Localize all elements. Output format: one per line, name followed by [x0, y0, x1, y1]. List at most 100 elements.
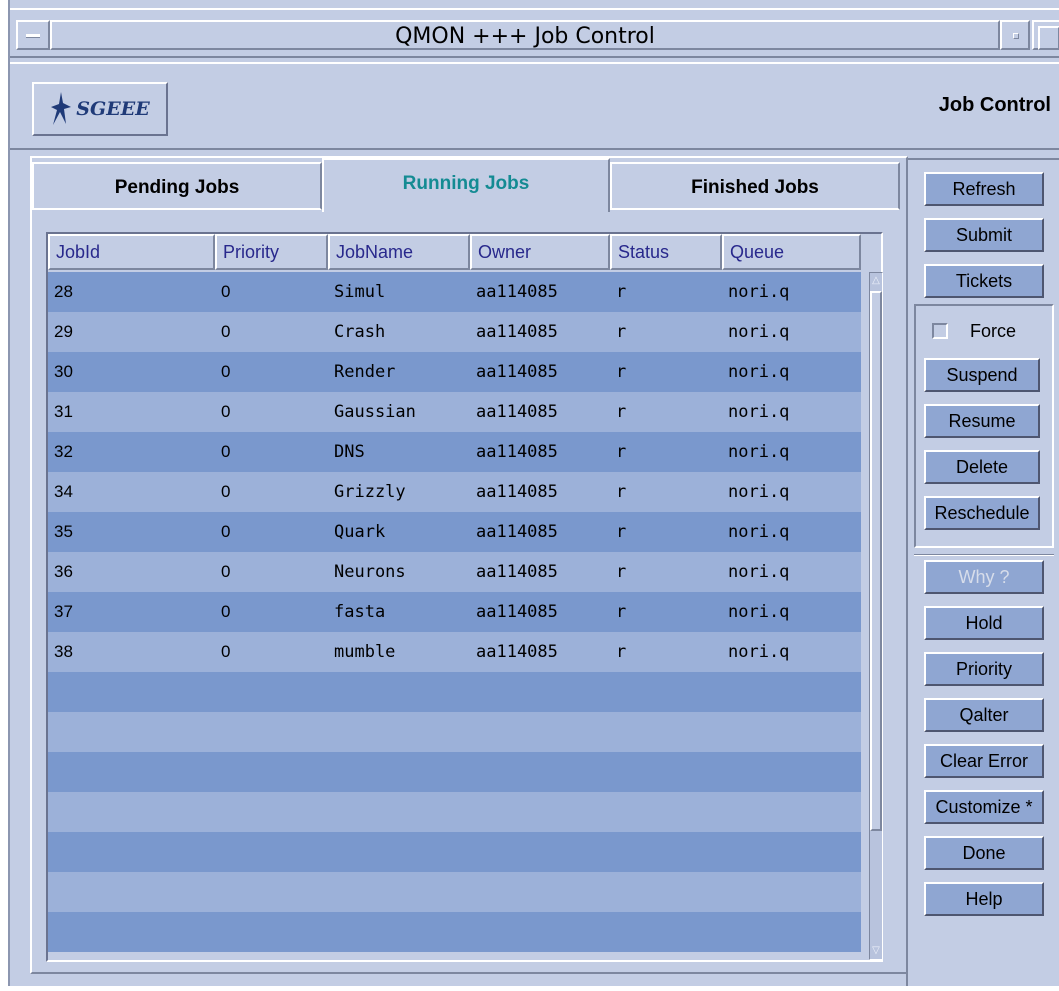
scroll-thumb[interactable]	[870, 291, 882, 831]
scroll-down-icon[interactable]: ▽	[870, 943, 882, 959]
column-header-status[interactable]: Status	[610, 234, 722, 270]
suspend-button[interactable]: Suspend	[924, 358, 1040, 392]
cell-priority: 0	[221, 562, 231, 581]
table-row[interactable]: 37 0 fasta aa114085 r nori.q	[48, 592, 861, 632]
reschedule-button[interactable]: Reschedule	[924, 496, 1040, 530]
cell-jobname: Gaussian	[334, 402, 416, 422]
tab-pending-jobs[interactable]: Pending Jobs	[32, 162, 322, 210]
cell-status: r	[616, 482, 627, 502]
cell-priority: 0	[221, 362, 231, 381]
maximize-icon[interactable]	[1032, 20, 1059, 50]
window-menu-icon[interactable]	[16, 20, 50, 50]
table-row[interactable]: 28 0 Simul aa114085 r nori.q	[48, 272, 861, 312]
cell-priority: 0	[221, 642, 231, 661]
cell-owner: aa114085	[476, 482, 558, 502]
cell-status: r	[616, 442, 627, 462]
done-button[interactable]: Done	[924, 836, 1044, 870]
cell-jobname: Render	[334, 362, 396, 382]
help-button[interactable]: Help	[924, 882, 1044, 916]
table-header: JobId Priority JobName Owner Status Queu…	[48, 234, 861, 270]
header-band: SGEEE Job Control	[10, 62, 1059, 150]
table-row[interactable]: 36 0 Neurons aa114085 r nori.q	[48, 552, 861, 592]
why-button[interactable]: Why ?	[924, 560, 1044, 594]
cell-jobid: 30	[54, 362, 73, 381]
cell-queue: nori.q	[728, 402, 790, 422]
cell-queue: nori.q	[728, 362, 790, 382]
cell-owner: aa114085	[476, 322, 558, 342]
cell-priority: 0	[221, 282, 231, 301]
table-row[interactable]: 35 0 Quark aa114085 r nori.q	[48, 512, 861, 552]
cell-jobid: 31	[54, 402, 73, 421]
tab-bar: Pending Jobs Running Jobs Finished Jobs	[32, 158, 906, 212]
qalter-button[interactable]: Qalter	[924, 698, 1044, 732]
table-row[interactable]: 34 0 Grizzly aa114085 r nori.q	[48, 472, 861, 512]
priority-button[interactable]: Priority	[924, 652, 1044, 686]
delete-button[interactable]: Delete	[924, 450, 1040, 484]
cell-jobname: fasta	[334, 602, 386, 622]
cell-priority: 0	[221, 322, 231, 341]
table-row[interactable]: 38 0 mumble aa114085 r nori.q	[48, 632, 861, 672]
cell-priority: 0	[221, 482, 231, 501]
scroll-up-icon[interactable]: △	[870, 273, 882, 289]
title-bar[interactable]: QMON +++ Job Control	[10, 8, 1059, 58]
cell-owner: aa114085	[476, 602, 558, 622]
cell-status: r	[616, 362, 627, 382]
cell-queue: nori.q	[728, 562, 790, 582]
cell-priority: 0	[221, 442, 231, 461]
cell-priority: 0	[221, 522, 231, 541]
empty-row	[48, 832, 861, 872]
column-header-owner[interactable]: Owner	[470, 234, 610, 270]
table-row[interactable]: 32 0 DNS aa114085 r nori.q	[48, 432, 861, 472]
minimize-icon[interactable]	[1000, 20, 1030, 50]
cell-status: r	[616, 642, 627, 662]
table-body: 28 0 Simul aa114085 r nori.q 29 0 Crash …	[48, 272, 861, 960]
resume-button[interactable]: Resume	[924, 404, 1040, 438]
table-row[interactable]: 29 0 Crash aa114085 r nori.q	[48, 312, 861, 352]
cell-jobid: 36	[54, 562, 73, 581]
bird-icon	[51, 92, 72, 125]
column-header-jobname[interactable]: JobName	[328, 234, 470, 270]
cell-jobname: Crash	[334, 322, 386, 342]
cell-owner: aa114085	[476, 362, 558, 382]
empty-row	[48, 712, 861, 752]
cell-owner: aa114085	[476, 562, 558, 582]
tab-running-jobs[interactable]: Running Jobs	[322, 158, 610, 212]
cell-owner: aa114085	[476, 642, 558, 662]
cell-queue: nori.q	[728, 282, 790, 302]
refresh-button[interactable]: Refresh	[924, 172, 1044, 206]
button-separator	[914, 554, 1054, 556]
force-checkbox[interactable]	[932, 323, 948, 339]
force-option[interactable]: Force	[932, 316, 1042, 346]
cell-queue: nori.q	[728, 642, 790, 662]
column-header-jobid[interactable]: JobId	[48, 234, 215, 270]
submit-button[interactable]: Submit	[924, 218, 1044, 252]
cell-status: r	[616, 522, 627, 542]
table-scrollbar[interactable]: △ ▽	[869, 272, 883, 960]
empty-row	[48, 752, 861, 792]
cell-jobid: 32	[54, 442, 73, 461]
column-header-priority[interactable]: Priority	[215, 234, 328, 270]
tickets-button[interactable]: Tickets	[924, 264, 1044, 298]
action-panel: Refresh Submit Tickets Force Suspend Res…	[906, 158, 1059, 990]
window-title: QMON +++ Job Control	[50, 20, 1000, 50]
cell-owner: aa114085	[476, 282, 558, 302]
hold-button[interactable]: Hold	[924, 606, 1044, 640]
tab-finished-jobs[interactable]: Finished Jobs	[610, 162, 900, 210]
force-label: Force	[970, 320, 1017, 341]
cell-owner: aa114085	[476, 442, 558, 462]
customize-button[interactable]: Customize *	[924, 790, 1044, 824]
table-row[interactable]: 31 0 Gaussian aa114085 r nori.q	[48, 392, 861, 432]
clear-error-button[interactable]: Clear Error	[924, 744, 1044, 778]
cell-jobname: Quark	[334, 522, 386, 542]
cell-jobid: 34	[54, 482, 73, 501]
column-header-queue[interactable]: Queue	[722, 234, 861, 270]
cell-status: r	[616, 282, 627, 302]
empty-row	[48, 672, 861, 712]
table-row[interactable]: 30 0 Render aa114085 r nori.q	[48, 352, 861, 392]
cell-queue: nori.q	[728, 602, 790, 622]
empty-row	[48, 792, 861, 832]
cell-status: r	[616, 402, 627, 422]
cell-jobname: mumble	[334, 642, 396, 662]
cell-owner: aa114085	[476, 522, 558, 542]
cell-queue: nori.q	[728, 442, 790, 462]
